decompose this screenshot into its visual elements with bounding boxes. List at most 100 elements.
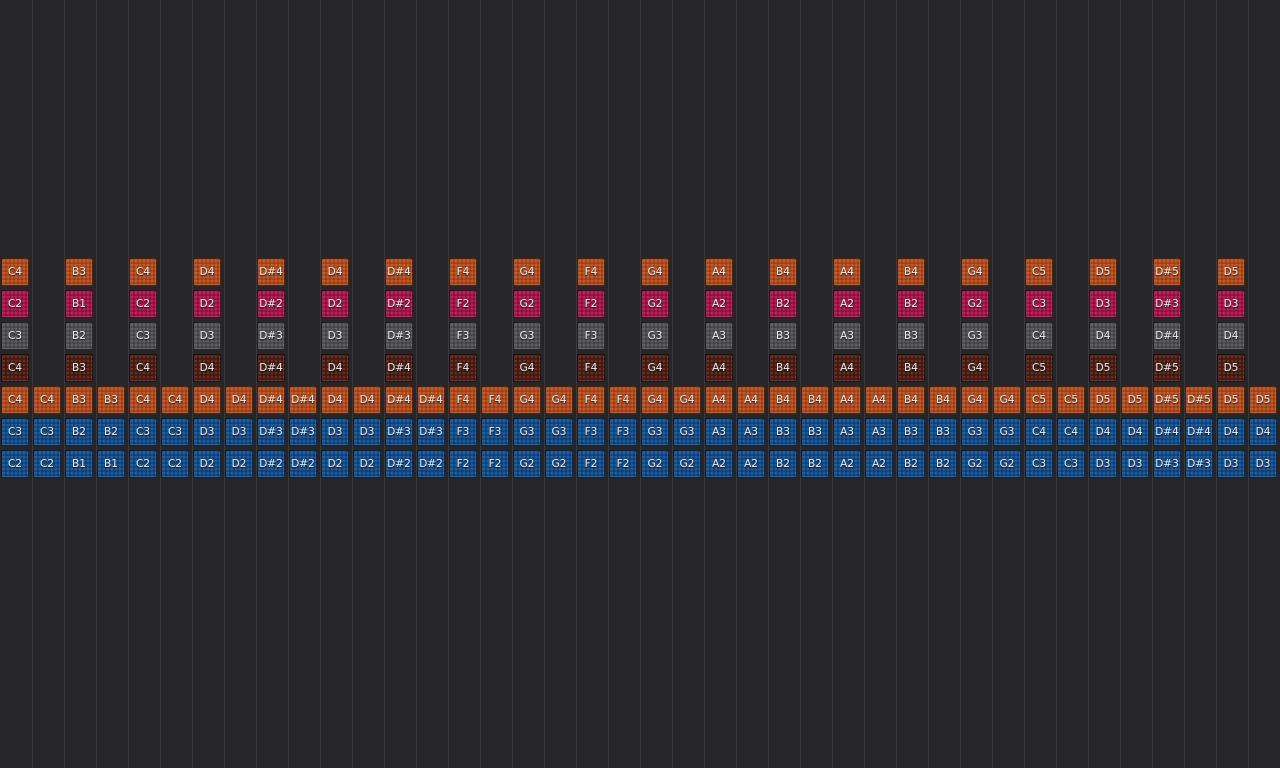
- note-block-orange-dense[interactable]: C4: [129, 386, 157, 414]
- note-block-blue-upper[interactable]: D#4: [1153, 418, 1181, 446]
- note-block-blue-upper[interactable]: G3: [545, 418, 573, 446]
- note-block-orange-top[interactable]: C4: [1, 258, 29, 286]
- note-block-blue-upper[interactable]: C3: [33, 418, 61, 446]
- note-block-blue-upper[interactable]: G3: [673, 418, 701, 446]
- note-block-blue-upper[interactable]: B2: [65, 418, 93, 446]
- note-block-orange-top[interactable]: D4: [193, 258, 221, 286]
- note-block-orange-top[interactable]: G4: [513, 258, 541, 286]
- note-block-orange-top[interactable]: G4: [641, 258, 669, 286]
- note-block-blue-upper[interactable]: G3: [993, 418, 1021, 446]
- note-block-blue-lower[interactable]: B2: [801, 450, 829, 478]
- note-block-blue-upper[interactable]: F3: [481, 418, 509, 446]
- note-block-orange-top[interactable]: G4: [961, 258, 989, 286]
- note-block-blue-lower[interactable]: A2: [705, 450, 733, 478]
- note-block-blue-lower[interactable]: D#3: [1185, 450, 1213, 478]
- note-block-maroon[interactable]: D4: [193, 354, 221, 382]
- note-block-maroon[interactable]: F4: [449, 354, 477, 382]
- note-block-blue-upper[interactable]: D3: [321, 418, 349, 446]
- note-block-blue-upper[interactable]: B3: [769, 418, 797, 446]
- note-block-blue-upper[interactable]: D#3: [417, 418, 445, 446]
- note-block-blue-upper[interactable]: C3: [129, 418, 157, 446]
- note-block-orange-dense[interactable]: D5: [1217, 386, 1245, 414]
- note-block-orange-dense[interactable]: D4: [225, 386, 253, 414]
- note-block-orange-dense[interactable]: D4: [353, 386, 381, 414]
- note-block-orange-dense[interactable]: B3: [65, 386, 93, 414]
- note-block-blue-upper[interactable]: A3: [705, 418, 733, 446]
- note-block-orange-top[interactable]: D5: [1089, 258, 1117, 286]
- note-block-gray[interactable]: C4: [1025, 322, 1053, 350]
- note-block-maroon[interactable]: B3: [65, 354, 93, 382]
- note-block-gray[interactable]: D#4: [1153, 322, 1181, 350]
- note-block-blue-upper[interactable]: D#3: [385, 418, 413, 446]
- note-block-blue-upper[interactable]: D3: [225, 418, 253, 446]
- note-block-orange-top[interactable]: B4: [897, 258, 925, 286]
- note-block-blue-upper[interactable]: B3: [897, 418, 925, 446]
- note-block-blue-lower[interactable]: A2: [737, 450, 765, 478]
- note-block-gray[interactable]: A3: [705, 322, 733, 350]
- note-block-magenta[interactable]: C3: [1025, 290, 1053, 318]
- note-block-gray[interactable]: G3: [961, 322, 989, 350]
- note-block-gray[interactable]: D3: [193, 322, 221, 350]
- note-block-orange-dense[interactable]: B4: [929, 386, 957, 414]
- note-block-orange-dense[interactable]: D#5: [1153, 386, 1181, 414]
- note-block-blue-lower[interactable]: G2: [545, 450, 573, 478]
- note-block-gray[interactable]: G3: [513, 322, 541, 350]
- note-block-blue-lower[interactable]: D3: [1089, 450, 1117, 478]
- note-block-orange-dense[interactable]: F4: [577, 386, 605, 414]
- note-block-magenta[interactable]: D3: [1217, 290, 1245, 318]
- note-block-orange-top[interactable]: F4: [449, 258, 477, 286]
- note-block-blue-lower[interactable]: B2: [769, 450, 797, 478]
- note-block-maroon[interactable]: A4: [833, 354, 861, 382]
- note-block-blue-upper[interactable]: C4: [1025, 418, 1053, 446]
- note-block-blue-upper[interactable]: C4: [1057, 418, 1085, 446]
- note-block-magenta[interactable]: D2: [193, 290, 221, 318]
- note-block-blue-lower[interactable]: C2: [161, 450, 189, 478]
- note-block-magenta[interactable]: B2: [897, 290, 925, 318]
- note-block-blue-upper[interactable]: D4: [1121, 418, 1149, 446]
- note-block-orange-top[interactable]: D4: [321, 258, 349, 286]
- note-block-magenta[interactable]: F2: [449, 290, 477, 318]
- note-block-orange-dense[interactable]: B4: [769, 386, 797, 414]
- note-block-orange-dense[interactable]: G4: [513, 386, 541, 414]
- note-block-orange-dense[interactable]: B4: [897, 386, 925, 414]
- note-block-blue-lower[interactable]: A2: [865, 450, 893, 478]
- note-block-maroon[interactable]: G4: [961, 354, 989, 382]
- note-block-orange-dense[interactable]: C4: [161, 386, 189, 414]
- note-block-maroon[interactable]: D#4: [257, 354, 285, 382]
- note-block-magenta[interactable]: B2: [769, 290, 797, 318]
- note-block-orange-top[interactable]: D5: [1217, 258, 1245, 286]
- note-block-blue-upper[interactable]: F3: [577, 418, 605, 446]
- note-block-orange-dense[interactable]: G4: [673, 386, 701, 414]
- note-block-orange-dense[interactable]: A4: [705, 386, 733, 414]
- note-block-blue-upper[interactable]: D4: [1217, 418, 1245, 446]
- note-block-maroon[interactable]: G4: [641, 354, 669, 382]
- note-block-orange-dense[interactable]: G4: [993, 386, 1021, 414]
- note-block-blue-upper[interactable]: B2: [97, 418, 125, 446]
- note-block-orange-dense[interactable]: A4: [833, 386, 861, 414]
- note-block-magenta[interactable]: F2: [577, 290, 605, 318]
- note-block-blue-lower[interactable]: D2: [193, 450, 221, 478]
- note-block-orange-dense[interactable]: C4: [33, 386, 61, 414]
- note-block-orange-dense[interactable]: D4: [321, 386, 349, 414]
- note-block-blue-lower[interactable]: F2: [481, 450, 509, 478]
- note-block-maroon[interactable]: D4: [321, 354, 349, 382]
- note-block-blue-lower[interactable]: C3: [1057, 450, 1085, 478]
- note-block-blue-lower[interactable]: D#2: [417, 450, 445, 478]
- note-block-gray[interactable]: B3: [769, 322, 797, 350]
- note-block-orange-dense[interactable]: D#4: [385, 386, 413, 414]
- note-block-maroon[interactable]: D5: [1217, 354, 1245, 382]
- note-block-maroon[interactable]: G4: [513, 354, 541, 382]
- note-block-gray[interactable]: B2: [65, 322, 93, 350]
- note-block-magenta[interactable]: D2: [321, 290, 349, 318]
- note-block-blue-lower[interactable]: D#2: [385, 450, 413, 478]
- note-block-blue-lower[interactable]: F2: [449, 450, 477, 478]
- note-block-blue-lower[interactable]: D3: [1121, 450, 1149, 478]
- note-block-blue-lower[interactable]: D3: [1249, 450, 1277, 478]
- note-block-blue-lower[interactable]: G2: [673, 450, 701, 478]
- note-block-blue-lower[interactable]: D#2: [289, 450, 317, 478]
- note-block-blue-upper[interactable]: A3: [833, 418, 861, 446]
- note-block-blue-upper[interactable]: D4: [1089, 418, 1117, 446]
- note-block-magenta[interactable]: A2: [833, 290, 861, 318]
- note-block-blue-lower[interactable]: G2: [513, 450, 541, 478]
- note-block-magenta[interactable]: G2: [961, 290, 989, 318]
